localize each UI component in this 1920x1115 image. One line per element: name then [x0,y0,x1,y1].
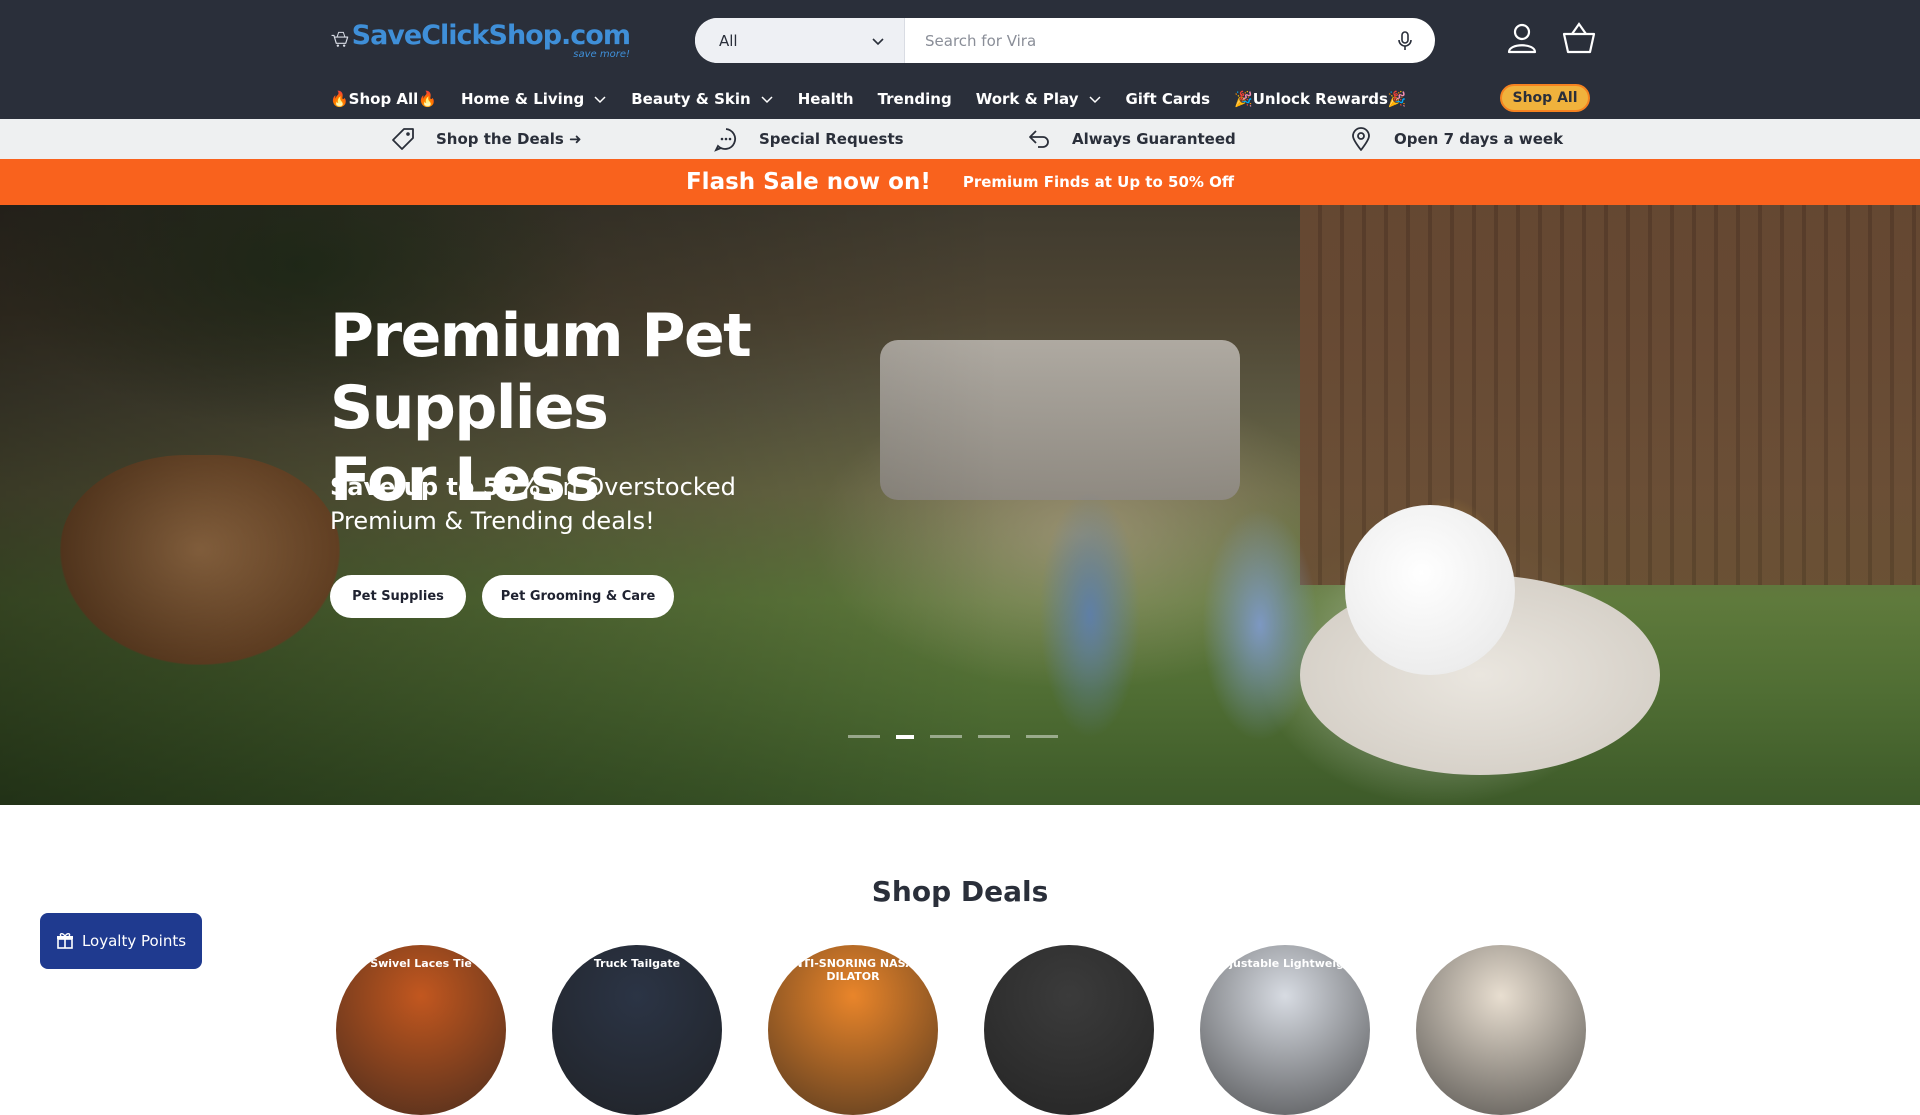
nav-item-home-living[interactable]: Home & Living [461,90,607,108]
logo-tagline: save more! [573,49,630,60]
location-pin-icon [1352,127,1370,151]
nav-item-trending[interactable]: Trending [878,90,952,108]
search-bar: All [695,18,1435,63]
hero-subtitle: Save up to 50% on Overstocked Premium & … [330,473,736,535]
trust-item-requests[interactable]: Special Requests [713,119,904,159]
nav-item-gift-cards[interactable]: Gift Cards [1126,90,1211,108]
nav-item-shop-all[interactable]: 🔥Shop All🔥 [330,90,437,108]
nav-item-unlock-rewards[interactable]: 🎉Unlock Rewards🎉 [1234,90,1407,108]
chevron-down-icon [594,96,606,104]
shop-deals-title: Shop Deals [871,875,1049,908]
nav-item-work-play[interactable]: Work & Play [976,90,1102,108]
carousel-dot-4[interactable] [978,735,1010,738]
deal-tile-caption: Adjustable Lightweight [1212,957,1358,970]
flash-sale-subtitle: Premium Finds at Up to 50% Off [962,173,1235,191]
flash-sale-banner[interactable]: Flash Sale now on! Premium Finds at Up t… [0,159,1920,205]
carousel-dot-3[interactable] [930,735,962,738]
trust-item-guaranteed[interactable]: Always Guaranteed [1026,119,1236,159]
chevron-down-icon [761,96,773,104]
gift-icon [56,933,73,949]
chevron-down-icon [1088,96,1101,104]
nav-item-beauty-skin[interactable]: Beauty & Skin [631,90,773,108]
search-input[interactable] [905,18,1375,63]
voice-search-button[interactable] [1375,18,1435,63]
chat-icon [714,128,736,152]
return-arrow-icon [1029,130,1049,148]
trust-bar: Shop the Deals ➜ Special Requests Always… [0,119,1920,159]
deal-tile[interactable]: ANTI-SNORING NASAL DILATOR [768,945,938,1115]
deal-tile[interactable]: Adjustable Lightweight [1200,945,1370,1115]
carousel-dot-1[interactable] [848,735,880,738]
carousel-dot-2[interactable] [896,735,914,739]
nav-item-health[interactable]: Health [798,90,854,108]
shop-all-button[interactable]: Shop All [1500,84,1590,112]
tag-icon [392,128,414,150]
deal-tile-caption: ANTI-SNORING NASAL DILATOR [784,957,922,983]
cart-logo-icon [331,31,349,47]
carousel-dot-5[interactable] [1026,735,1058,738]
microphone-icon [1398,30,1412,50]
cart-button[interactable] [1561,20,1597,56]
hero-image-white-dog [1345,505,1515,675]
user-icon [1507,23,1537,54]
basket-icon [1562,22,1596,54]
chevron-down-icon [872,37,884,45]
deal-tile[interactable] [1416,945,1586,1115]
search-category-select[interactable]: All [695,18,905,63]
deal-tile[interactable]: Swivel Laces Tie [336,945,506,1115]
loyalty-points-button[interactable]: Loyalty Points [40,913,202,969]
hero-banner: Premium Pet Supplies For Less Save up to… [0,205,1920,805]
deal-tile-caption: Swivel Laces Tie [370,957,472,970]
deal-tile[interactable] [984,945,1154,1115]
flash-sale-title: Flash Sale now on! [685,169,931,195]
deal-tile-caption: Truck Tailgate [593,957,681,970]
pet-grooming-care-button[interactable]: Pet Grooming & Care [482,575,674,618]
site-logo[interactable]: SaveClickShop.com save more! [330,16,631,62]
main-nav: 🔥Shop All🔥 Home & Living Beauty & Skin H… [330,84,1431,114]
trust-item-open-days[interactable]: Open 7 days a week [1348,119,1563,159]
deal-tile[interactable]: Truck Tailgate [552,945,722,1115]
site-header: SaveClickShop.com save more! All Search … [0,0,1920,119]
carousel-indicators [848,735,1074,739]
account-button[interactable] [1504,20,1540,56]
trust-item-deals[interactable]: Shop the Deals ➜ [390,119,582,159]
pet-supplies-button[interactable]: Pet Supplies [330,575,466,618]
deal-tiles: Swivel Laces Tie Truck Tailgate ANTI-SNORI… [336,945,1632,1115]
search-category-value: All [719,31,738,50]
